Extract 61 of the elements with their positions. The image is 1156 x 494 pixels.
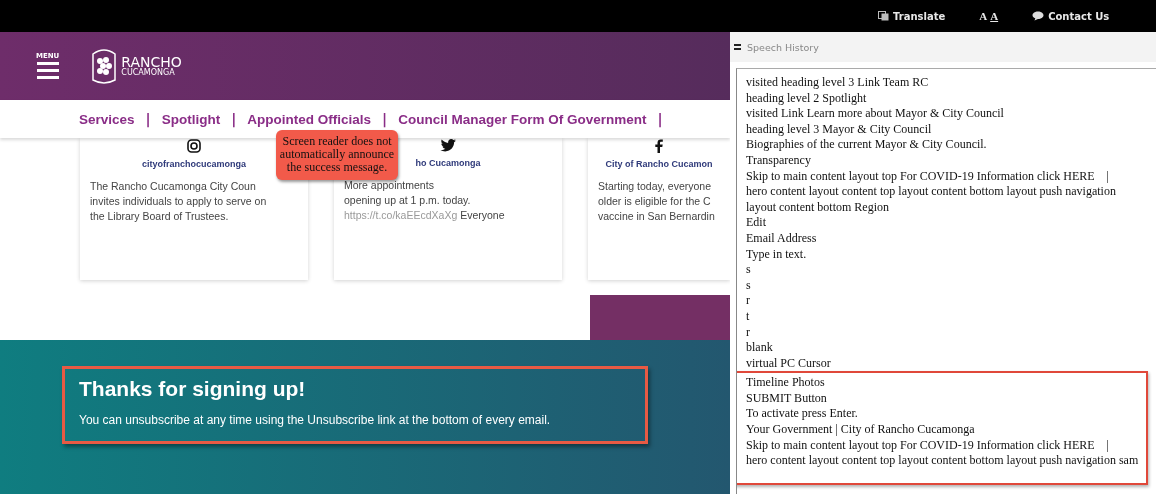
log-line: t	[745, 308, 751, 325]
log-line: virtual PC Cursor	[745, 355, 832, 372]
post-text: Everyone	[460, 209, 505, 222]
account-handle[interactable]: City of Rancho Cucamon	[605, 159, 713, 169]
nav-separator: |	[145, 111, 151, 127]
nav-separator: |	[231, 111, 237, 127]
nav-link[interactable]: Council Manager Form Of Government	[398, 111, 647, 127]
speech-bubble-icon	[1032, 11, 1045, 21]
translate-link[interactable]: Translate	[878, 10, 946, 22]
post-text: invites individuals to apply to serve on	[90, 194, 268, 210]
post-text: Starting today, everyone	[598, 179, 713, 194]
post-text: vaccine in San Bernardin	[598, 209, 716, 225]
log-line: Timeline Photos	[745, 375, 826, 391]
post-text: opening up at 1 p.m. today.	[344, 193, 472, 209]
panel-title: Speech History	[747, 41, 819, 53]
log-line: heading level 3 Mayor & City Council	[745, 121, 933, 138]
log-line: Skip to main content layout top For COVID-19 Information click HERE |	[745, 437, 1111, 454]
nav-separator: |	[382, 111, 388, 127]
log-line: hero content layout content top layout content bottom layout push navigation sam	[745, 453, 1140, 469]
logo-subtitle: CUCAMONGA	[121, 69, 175, 77]
log-line: layout content bottom Region	[745, 199, 890, 216]
post-text: the Library Board of Trustees.	[90, 209, 230, 225]
log-line: s	[745, 262, 752, 278]
log-line: r	[745, 324, 751, 341]
log-line: Skip to main content layout top For COVID-19 Information click HERE |	[745, 168, 1111, 185]
translate-icon	[878, 11, 889, 21]
instagram-icon	[187, 139, 201, 153]
nav-separator: |	[657, 111, 663, 127]
account-handle[interactable]: cityofranchocucamonga	[142, 159, 246, 169]
log-line: Biographies of the current Mayor & City Council.	[745, 137, 988, 153]
log-line: To activate press Enter.	[745, 406, 859, 423]
bird-icon	[440, 139, 456, 152]
log-line: Email Address	[745, 230, 818, 247]
log-line: s	[745, 277, 752, 294]
text-size-large-button[interactable]: A	[990, 10, 999, 22]
nav-link[interactable]: Spotlight	[161, 111, 221, 127]
log-line: Type in text.	[745, 246, 808, 263]
annotation-callout: Screen reader does not automatically announce the success message.	[276, 130, 398, 180]
log-line: Your Government | City of Rancho Cucamonga	[745, 422, 976, 438]
post-text: More appointments	[344, 178, 435, 193]
facebook-icon	[655, 139, 663, 153]
success-title: Thanks for signing up!	[79, 377, 307, 401]
logo-title: RANCHO	[121, 55, 182, 69]
post-text: The Rancho Cucamonga City Coun	[90, 179, 257, 194]
nav-link[interactable]: Appointed Officials	[247, 111, 372, 127]
log-line: SUBMIT Button	[745, 390, 828, 407]
log-line: r	[745, 293, 751, 309]
log-line: heading level 2 Spotlight	[745, 90, 868, 107]
post-text: older is eligible for the C	[598, 194, 712, 210]
nav-link[interactable]: Services	[79, 111, 135, 127]
log-line: Edit	[745, 215, 767, 231]
contact-link[interactable]: Contact Us	[1032, 10, 1110, 22]
success-text: You can unsubscribe at any time using the Unsubscribe link at the bottom of every email.	[79, 413, 552, 427]
log-line: blank	[745, 340, 774, 356]
log-line: visited heading level 3 Link Team RC	[745, 75, 930, 91]
log-line: visited Link Learn more about Mayor & City Council	[745, 106, 1005, 122]
log-line: Transparency	[745, 152, 812, 169]
account-handle[interactable]: ho Cucamonga	[415, 158, 481, 168]
log-line: hero content layout content top layout content bottom layout push navigation	[745, 184, 1117, 200]
text-size-small-button[interactable]: A	[979, 10, 988, 22]
menu-icon[interactable]	[734, 44, 741, 50]
